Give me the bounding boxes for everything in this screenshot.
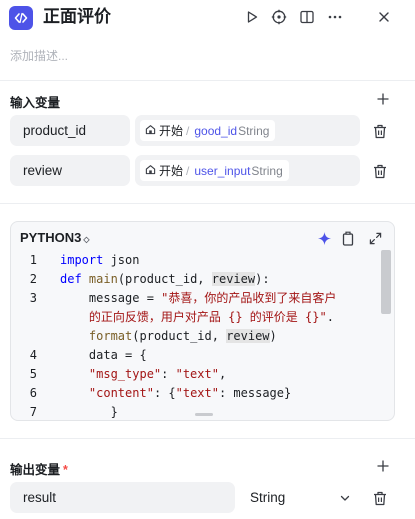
line-number: 4	[29, 348, 37, 362]
code-line: format(product_id, review)	[88, 329, 277, 343]
code-line: def main(product_id, review):	[60, 272, 270, 286]
horizontal-scrollbar[interactable]	[195, 413, 213, 416]
line-number: 2	[29, 272, 37, 286]
reference-type: String	[251, 163, 283, 178]
home-icon	[145, 124, 156, 138]
sparkle-icon[interactable]	[316, 230, 332, 246]
divider	[0, 203, 415, 204]
target-icon[interactable]	[269, 7, 289, 27]
code-line: message = "恭喜，你的产品收到了来自客户	[60, 291, 337, 305]
input-section-title: 输入变量	[10, 96, 61, 110]
node-title[interactable]: 正面评价	[43, 6, 111, 28]
language-label: PYTHON3	[20, 230, 82, 245]
required-mark: *	[63, 463, 68, 477]
line-number: 6	[29, 386, 37, 400]
play-icon[interactable]	[242, 7, 262, 27]
reference-source: 开始	[159, 124, 184, 138]
code-editor[interactable]: PYTHON3 ◇ 1 2 3 4 5 6 7 import json def m…	[10, 221, 395, 421]
code-line: "msg_type": "text",	[88, 367, 227, 381]
input-reference-field[interactable]: 开始 / good_id String	[135, 115, 360, 146]
code-content[interactable]: 1 2 3 4 5 6 7 import json def main(produ…	[11, 251, 394, 420]
add-input-icon[interactable]	[375, 91, 391, 107]
add-output-icon[interactable]	[375, 458, 391, 474]
line-number: 1	[29, 253, 37, 267]
code-line: import json	[60, 253, 140, 267]
line-number: 5	[29, 367, 37, 381]
trash-icon[interactable]	[372, 163, 388, 179]
line-number: 3	[29, 291, 37, 305]
reference-separator: /	[186, 163, 190, 178]
reference-source: 开始	[159, 164, 184, 178]
output-section-title: 输出变量 *	[10, 459, 68, 478]
output-type-label: String	[250, 490, 286, 505]
description-input[interactable]: 添加描述...	[10, 47, 68, 64]
input-name-field[interactable]: product_id	[10, 115, 130, 146]
chevron-down-icon	[340, 495, 350, 501]
code-editor-header: PYTHON3 ◇	[11, 222, 394, 252]
output-type-select[interactable]: String	[236, 483, 359, 512]
code-line: data = {	[60, 348, 147, 362]
code-line: }	[60, 405, 118, 419]
language-select[interactable]: PYTHON3 ◇	[20, 230, 90, 245]
close-icon[interactable]	[374, 7, 394, 27]
copy-icon[interactable]	[340, 230, 356, 246]
output-name-field[interactable]: result	[10, 482, 235, 513]
home-icon	[145, 164, 156, 178]
input-reference-field[interactable]: 开始 / user_input String	[135, 155, 360, 186]
reference-variable: good_id	[194, 123, 238, 138]
line-number: 7	[29, 405, 37, 419]
trash-icon[interactable]	[372, 123, 388, 139]
language-caret-icon: ◇	[83, 235, 90, 244]
code-line: "content": {"text": message}	[88, 386, 292, 400]
node-header: 正面评价	[0, 0, 415, 36]
divider	[0, 80, 415, 81]
variable-reference-chip: 开始 / good_id String	[140, 120, 276, 141]
more-icon[interactable]	[325, 7, 345, 27]
divider	[0, 438, 415, 439]
code-icon	[9, 6, 33, 30]
code-line: 的正向反馈，用户对产品 {} 的评价是 {}".	[60, 310, 334, 324]
vertical-scrollbar[interactable]	[381, 250, 391, 314]
variable-reference-chip: 开始 / user_input String	[140, 160, 289, 181]
expand-icon[interactable]	[367, 230, 383, 246]
output-section-label: 输出变量	[10, 463, 61, 477]
reference-separator: /	[186, 123, 190, 138]
reference-variable: user_input	[194, 163, 251, 178]
input-name-field[interactable]: review	[10, 155, 130, 186]
trash-icon[interactable]	[372, 490, 388, 506]
split-panel-icon[interactable]	[297, 7, 317, 27]
reference-type: String	[238, 123, 270, 138]
